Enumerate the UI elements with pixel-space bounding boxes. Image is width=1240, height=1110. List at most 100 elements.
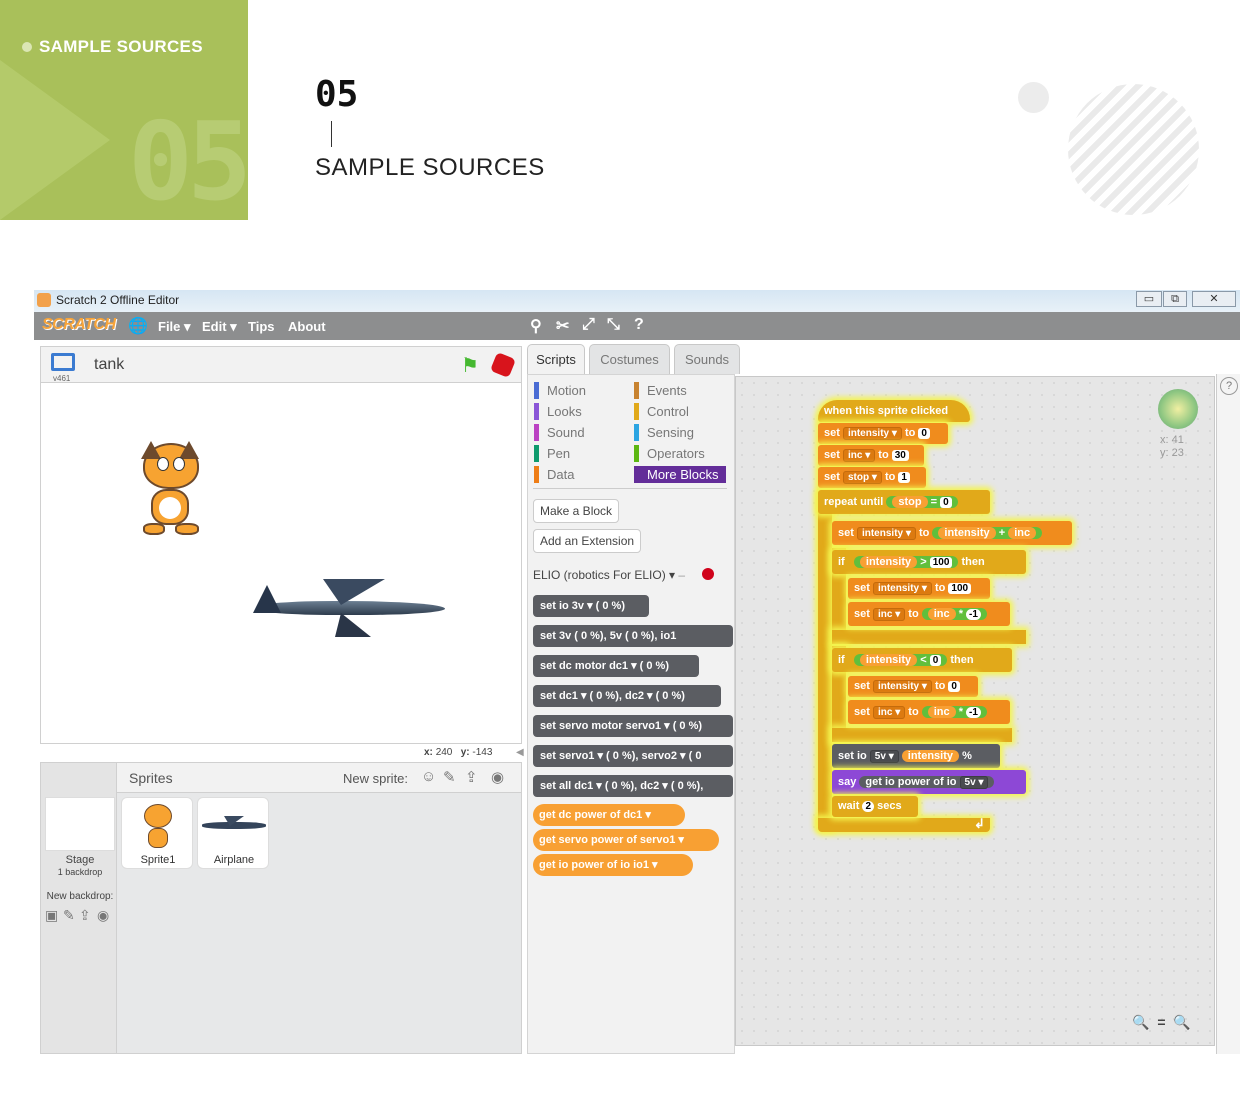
palette-block[interactable]: set 3v ( 0 %), 5v ( 0 %), io1	[533, 625, 733, 647]
plus-operator[interactable]: intensity + inc	[932, 527, 1043, 539]
globe-icon[interactable]: 🌐	[128, 316, 148, 336]
multiply-operator[interactable]: inc * -1	[921, 706, 987, 718]
help-icon[interactable]: ?	[634, 316, 644, 334]
choose-sprite-icon[interactable]: ☺	[421, 768, 436, 785]
zoom-reset-icon[interactable]: =	[1157, 1014, 1165, 1030]
shrink-icon[interactable]: ⤡	[607, 316, 620, 334]
maximize-button[interactable]: ⧉	[1163, 291, 1187, 307]
category-data[interactable]: Data	[534, 466, 624, 483]
cat-sprite[interactable]	[123, 441, 215, 541]
intensity-reporter[interactable]: intensity	[938, 527, 996, 539]
set-block[interactable]: set intensity ▾ to 100	[848, 578, 990, 599]
variable-dropdown[interactable]: inc ▾	[872, 608, 906, 621]
presentation-mode-icon[interactable]	[51, 353, 75, 371]
scratch-logo[interactable]: SCRATCH	[42, 316, 116, 334]
greater-than-operator[interactable]: intensity > 100	[853, 556, 959, 568]
menu-edit[interactable]: Edit ▾	[202, 319, 237, 335]
zoom-out-icon[interactable]: 🔍	[1132, 1014, 1149, 1030]
delete-icon[interactable]: ✂	[556, 316, 569, 336]
collapse-stage-icon[interactable]: ◀	[516, 747, 524, 758]
stop-reporter[interactable]: stop	[892, 496, 928, 508]
category-sound[interactable]: Sound	[534, 424, 624, 441]
if-block[interactable]: if intensity < 0 then	[832, 648, 1012, 672]
choose-backdrop-icon[interactable]: ▣	[45, 907, 58, 924]
camera-backdrop-icon[interactable]: ◉	[97, 907, 109, 924]
io-dropdown[interactable]: 5v ▾	[959, 776, 989, 789]
intensity-reporter[interactable]: intensity	[859, 654, 918, 666]
stage-thumbnail[interactable]	[45, 797, 115, 851]
category-sensing[interactable]: Sensing	[634, 424, 726, 441]
category-pen[interactable]: Pen	[534, 445, 624, 462]
variable-dropdown[interactable]: stop ▾	[842, 471, 882, 484]
inc-reporter[interactable]: inc	[1008, 527, 1037, 539]
minimize-button[interactable]: ▭	[1136, 291, 1162, 307]
menu-about[interactable]: About	[288, 319, 326, 334]
variable-dropdown[interactable]: intensity ▾	[872, 582, 932, 595]
paint-backdrop-icon[interactable]: ✎	[63, 907, 75, 924]
if-block[interactable]: if intensity > 100 then	[832, 550, 1026, 574]
palette-block[interactable]: set servo1 ▾ ( 0 %), servo2 ▾ ( 0	[533, 745, 733, 767]
camera-sprite-icon[interactable]: ◉	[491, 768, 504, 786]
equals-operator[interactable]: stop = 0	[886, 496, 958, 508]
category-looks[interactable]: Looks	[534, 403, 624, 420]
palette-reporter[interactable]: get dc power of dc1 ▾	[533, 804, 685, 826]
value-input[interactable]: 0	[918, 428, 930, 439]
upload-sprite-icon[interactable]: ⇪	[465, 768, 478, 786]
get-io-power-reporter[interactable]: get io power of io 5v ▾	[859, 776, 995, 789]
palette-block[interactable]: set all dc1 ▾ ( 0 %), dc2 ▾ ( 0 %),	[533, 775, 733, 797]
palette-block[interactable]: set dc motor dc1 ▾ ( 0 %)	[533, 655, 699, 677]
variable-dropdown[interactable]: intensity ▾	[842, 427, 902, 440]
wait-block[interactable]: wait 2 secs	[832, 796, 918, 817]
value-input[interactable]: 1	[898, 472, 910, 483]
add-extension-button[interactable]: Add an Extension	[533, 529, 642, 553]
stop-sign-icon[interactable]	[489, 351, 517, 379]
category-events[interactable]: Events	[634, 382, 726, 399]
variable-dropdown[interactable]: intensity ▾	[872, 680, 932, 693]
set-block[interactable]: set inc ▾ to inc * -1	[848, 700, 1010, 724]
palette-block[interactable]: set io 3v ▾ ( 0 %)	[533, 595, 649, 617]
help-icon[interactable]: ?	[1220, 377, 1238, 395]
variable-dropdown[interactable]: inc ▾	[872, 706, 906, 719]
value-input[interactable]: 100	[948, 583, 972, 594]
menu-tips[interactable]: Tips	[248, 319, 275, 334]
close-button[interactable]: ✕	[1192, 291, 1236, 307]
paint-sprite-icon[interactable]: ✎	[443, 768, 456, 786]
tab-sounds[interactable]: Sounds	[674, 344, 740, 374]
category-motion[interactable]: Motion	[534, 382, 624, 399]
less-than-operator[interactable]: intensity < 0	[853, 654, 948, 666]
menu-file[interactable]: File ▾	[158, 319, 191, 335]
set-block[interactable]: set inc ▾ to inc * -1	[848, 602, 1010, 626]
value-input[interactable]: 0	[929, 655, 942, 666]
palette-block[interactable]: set servo motor servo1 ▾ ( 0 %)	[533, 715, 733, 737]
value-input[interactable]: 0	[940, 497, 952, 508]
repeat-until-block[interactable]: repeat until stop = 0	[818, 490, 990, 514]
set-io-block[interactable]: set io 5v ▾ intensity %	[832, 744, 1000, 768]
airplane-sprite[interactable]	[249, 575, 449, 639]
intensity-reporter[interactable]: intensity	[859, 556, 918, 568]
io-dropdown[interactable]: 5v ▾	[869, 750, 899, 763]
category-operators[interactable]: Operators	[634, 445, 726, 462]
set-block[interactable]: set intensity ▾ to intensity + inc	[832, 521, 1072, 545]
set-block[interactable]: set intensity ▾ to 0	[848, 676, 978, 697]
multiply-operator[interactable]: inc * -1	[921, 608, 987, 620]
value-input[interactable]: 2	[862, 801, 875, 812]
variable-dropdown[interactable]: intensity ▾	[856, 527, 916, 540]
upload-backdrop-icon[interactable]: ⇪	[79, 907, 91, 924]
grow-icon[interactable]: ⤢	[582, 316, 595, 334]
value-input[interactable]: 0	[948, 681, 960, 692]
make-block-button[interactable]: Make a Block	[533, 499, 620, 523]
variable-dropdown[interactable]: inc ▾	[842, 449, 876, 462]
say-block[interactable]: say get io power of io 5v ▾	[832, 770, 1026, 794]
category-more-blocks[interactable]: More Blocks	[634, 466, 726, 483]
palette-block[interactable]: set dc1 ▾ ( 0 %), dc2 ▾ ( 0 %)	[533, 685, 721, 707]
palette-reporter[interactable]: get io power of io io1 ▾	[533, 854, 693, 876]
set-block[interactable]: set inc ▾ to 30	[818, 445, 924, 466]
sprite-thumb-airplane[interactable]: Airplane	[197, 797, 269, 869]
value-input[interactable]: -1	[966, 609, 981, 620]
green-flag-icon[interactable]: ⚑	[461, 353, 479, 378]
value-input[interactable]: 100	[929, 557, 953, 568]
sprite-thumb-sprite1[interactable]: Sprite1	[121, 797, 193, 869]
palette-reporter[interactable]: get servo power of servo1 ▾	[533, 829, 719, 851]
set-block[interactable]: set intensity ▾ to 0	[818, 423, 948, 444]
intensity-reporter[interactable]: intensity	[901, 750, 960, 762]
